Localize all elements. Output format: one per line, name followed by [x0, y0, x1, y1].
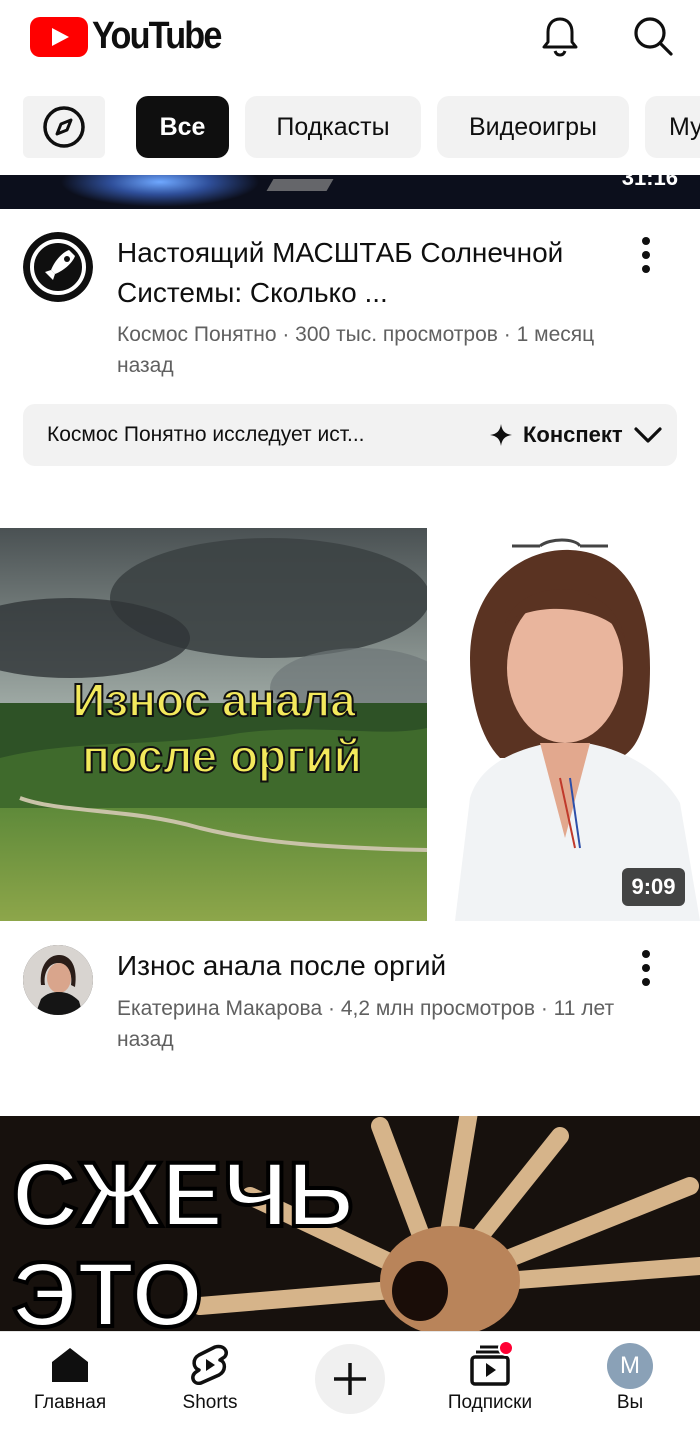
chip-videogames[interactable]: Видеоигры — [437, 96, 629, 158]
thumbnail-art: Износ анала после оргий — [0, 528, 700, 921]
nav-shorts[interactable]: Shorts — [150, 1332, 270, 1442]
ai-summary-bar[interactable]: Космос Понятно исследует ист... Конспект — [23, 404, 677, 466]
summary-button-label: Конспект — [523, 422, 623, 447]
category-chips: Все Подкасты Видеоигры Му — [0, 96, 700, 160]
thumbnail-art: СЖЕЧЬ ЭТО — [0, 1116, 700, 1331]
chevron-down-icon — [634, 427, 662, 443]
view-count: 4,2 млн просмотров — [340, 997, 535, 1020]
thumbnail-caption: ЭТО — [12, 1244, 203, 1331]
compass-icon — [43, 106, 85, 148]
logo-text: YouTube — [92, 15, 222, 57]
nav-you-label: Вы — [616, 1392, 644, 1413]
video-title[interactable]: Настоящий МАСШТАБ Солнечной Системы: Ско… — [117, 233, 607, 313]
explore-chip[interactable] — [23, 96, 105, 158]
summary-text: Космос Понятно исследует ист... — [47, 423, 365, 446]
search-icon[interactable] — [631, 14, 675, 58]
nav-subscriptions[interactable]: Подписки — [430, 1332, 550, 1442]
channel-avatar[interactable] — [23, 232, 93, 302]
thumbnail-caption: после оргий — [82, 730, 362, 782]
notifications-icon[interactable] — [538, 14, 582, 58]
nav-you[interactable]: M Вы — [570, 1332, 690, 1442]
chip-podcasts[interactable]: Подкасты — [245, 96, 421, 158]
chip-music[interactable]: Му — [645, 96, 700, 158]
video-metadata: Екатерина Макарова · 4,2 млн просмотров … — [117, 997, 615, 1051]
channel-name[interactable]: Екатерина Макарова — [117, 997, 322, 1020]
video-metadata: Космос Понятно · 300 тыс. просмотров · 1… — [117, 323, 595, 377]
thumbnail-caption: СЖЕЧЬ — [12, 1144, 354, 1246]
view-count: 300 тыс. просмотров — [295, 323, 498, 346]
video-title[interactable]: Износ анала после оргий — [117, 946, 607, 986]
more-options-icon[interactable] — [630, 233, 662, 277]
sparkle-icon — [490, 424, 512, 446]
chip-all[interactable]: Все — [136, 96, 229, 158]
create-button[interactable] — [315, 1344, 385, 1414]
video-thumbnail[interactable]: 31:16 — [0, 175, 700, 209]
channel-name[interactable]: Космос Понятно — [117, 323, 277, 346]
channel-avatar[interactable] — [23, 945, 93, 1015]
nav-shorts-label: Shorts — [182, 1392, 238, 1413]
video-duration: 31:16 — [621, 175, 678, 190]
nav-home[interactable]: Главная — [10, 1332, 130, 1442]
shorts-icon — [191, 1344, 228, 1386]
notification-dot — [498, 1342, 513, 1356]
thumbnail-art — [60, 175, 260, 207]
video-thumbnail[interactable]: СЖЕЧЬ ЭТО — [0, 1116, 700, 1331]
summary-button[interactable]: Конспект — [489, 422, 663, 448]
user-avatar: M — [607, 1343, 653, 1389]
video-duration: 9:09 — [622, 868, 685, 906]
youtube-logo[interactable]: YouTube — [30, 15, 235, 58]
nav-subscriptions-label: Подписки — [447, 1392, 533, 1413]
plus-icon — [334, 1363, 366, 1395]
youtube-play-icon — [30, 16, 88, 57]
top-app-bar: YouTube — [0, 0, 700, 86]
nav-home-label: Главная — [33, 1392, 107, 1413]
avatar-photo — [23, 945, 93, 1015]
more-options-icon[interactable] — [630, 946, 662, 990]
rocket-logo-icon — [23, 232, 93, 302]
subscriptions-icon — [470, 1342, 513, 1386]
thumbnail-caption: Износ анала — [72, 674, 356, 726]
bottom-navigation: Главная Shorts Подписки M Вы — [0, 1331, 700, 1442]
video-thumbnail[interactable]: Износ анала после оргий — [0, 528, 700, 921]
thumbnail-art — [266, 179, 334, 191]
home-icon — [52, 1348, 88, 1382]
